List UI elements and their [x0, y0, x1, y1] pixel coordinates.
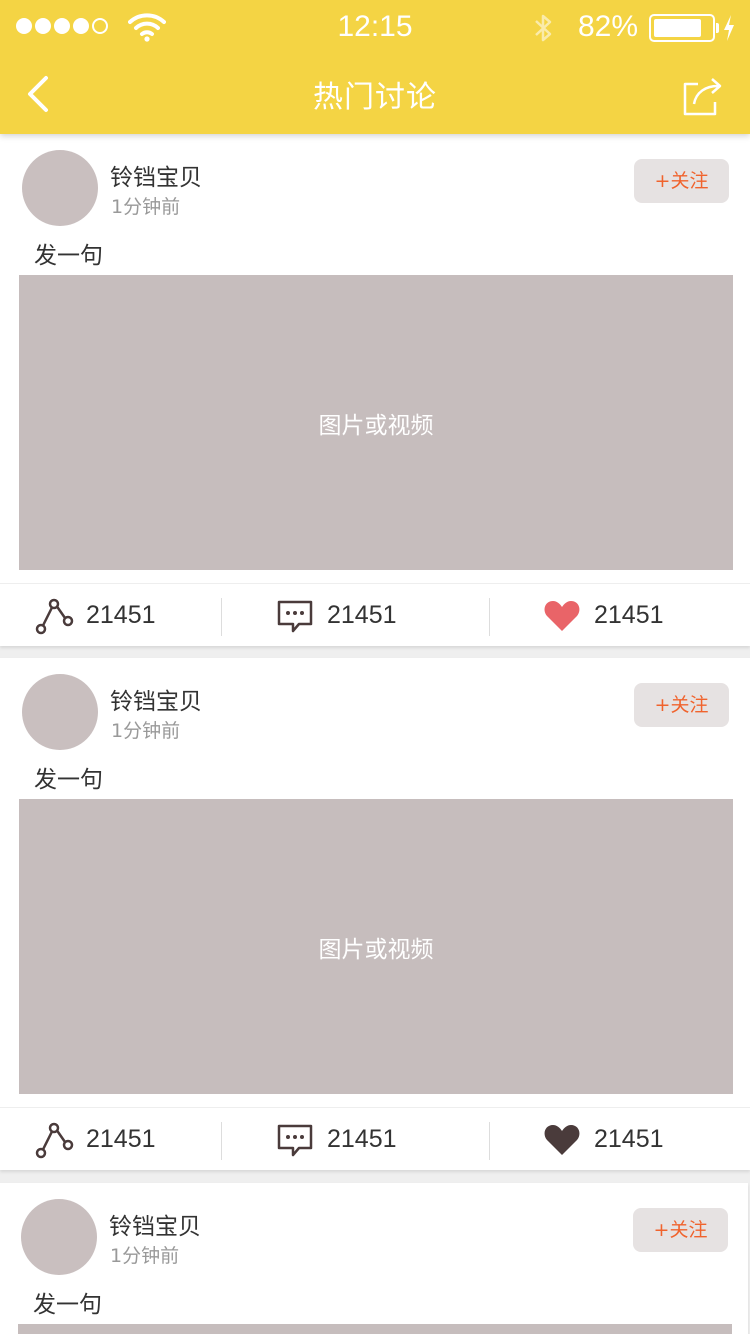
- comment-count: 21451: [327, 601, 397, 629]
- like-action[interactable]: 21451: [542, 1108, 664, 1171]
- share-nodes-icon: [34, 596, 74, 636]
- like-count: 21451: [594, 601, 664, 629]
- status-bar: 12:15 82%: [0, 0, 750, 54]
- heart-icon: [542, 1120, 582, 1160]
- avatar[interactable]: [21, 1199, 97, 1275]
- post-actions: 21451 21451 21451: [0, 583, 750, 646]
- follow-button[interactable]: +关注: [634, 683, 729, 727]
- page-title: 热门讨论: [313, 80, 437, 115]
- comment-count: 21451: [327, 1125, 397, 1153]
- share-icon[interactable]: [680, 72, 726, 118]
- media-placeholder[interactable]: [18, 1324, 732, 1334]
- post-text: 发一句: [34, 767, 103, 793]
- like-action[interactable]: 21451: [542, 584, 664, 647]
- post-text: 发一句: [34, 243, 103, 269]
- nav-bar: 热门讨论: [0, 54, 750, 134]
- bluetooth-icon: [535, 14, 552, 42]
- user-name[interactable]: 铃铛宝贝: [110, 682, 202, 716]
- post-text: 发一句: [33, 1292, 102, 1318]
- comment-action[interactable]: 21451: [275, 1108, 397, 1171]
- post-actions: 21451 21451 21451: [0, 1107, 750, 1170]
- share-count: 21451: [86, 1125, 156, 1153]
- like-count: 21451: [594, 1125, 664, 1153]
- share-action[interactable]: 21451: [34, 1108, 156, 1171]
- share-action[interactable]: 21451: [34, 584, 156, 647]
- post-card: 铃铛宝贝 1分钟前 +关注 发一句: [0, 1183, 748, 1334]
- avatar[interactable]: [22, 674, 98, 750]
- follow-button[interactable]: +关注: [633, 1208, 728, 1252]
- battery-icon: [649, 14, 715, 42]
- comment-icon: [275, 1120, 315, 1160]
- comment-icon: [275, 596, 315, 636]
- share-count: 21451: [86, 601, 156, 629]
- post-card: 铃铛宝贝 1分钟前 +关注 发一句 图片或视频 21451 21451 2145…: [0, 134, 750, 646]
- follow-button[interactable]: +关注: [634, 159, 729, 203]
- post-time: 1分钟前: [110, 1245, 180, 1267]
- header: 12:15 82% 热门讨论: [0, 0, 750, 134]
- comment-action[interactable]: 21451: [275, 584, 397, 647]
- avatar[interactable]: [22, 150, 98, 226]
- battery-percent: 82%: [578, 10, 639, 43]
- post-time: 1分钟前: [111, 196, 181, 218]
- user-name[interactable]: 铃铛宝贝: [110, 158, 202, 192]
- share-nodes-icon: [34, 1120, 74, 1160]
- media-label: 图片或视频: [318, 936, 434, 963]
- charging-bolt-icon: [724, 15, 734, 41]
- user-name[interactable]: 铃铛宝贝: [109, 1207, 201, 1241]
- media-placeholder[interactable]: 图片或视频: [19, 275, 733, 570]
- heart-icon: [542, 596, 582, 636]
- media-label: 图片或视频: [318, 412, 434, 439]
- post-time: 1分钟前: [111, 720, 181, 742]
- media-placeholder[interactable]: 图片或视频: [19, 799, 733, 1094]
- post-card: 铃铛宝贝 1分钟前 +关注 发一句 图片或视频 21451 21451 2145…: [0, 658, 750, 1170]
